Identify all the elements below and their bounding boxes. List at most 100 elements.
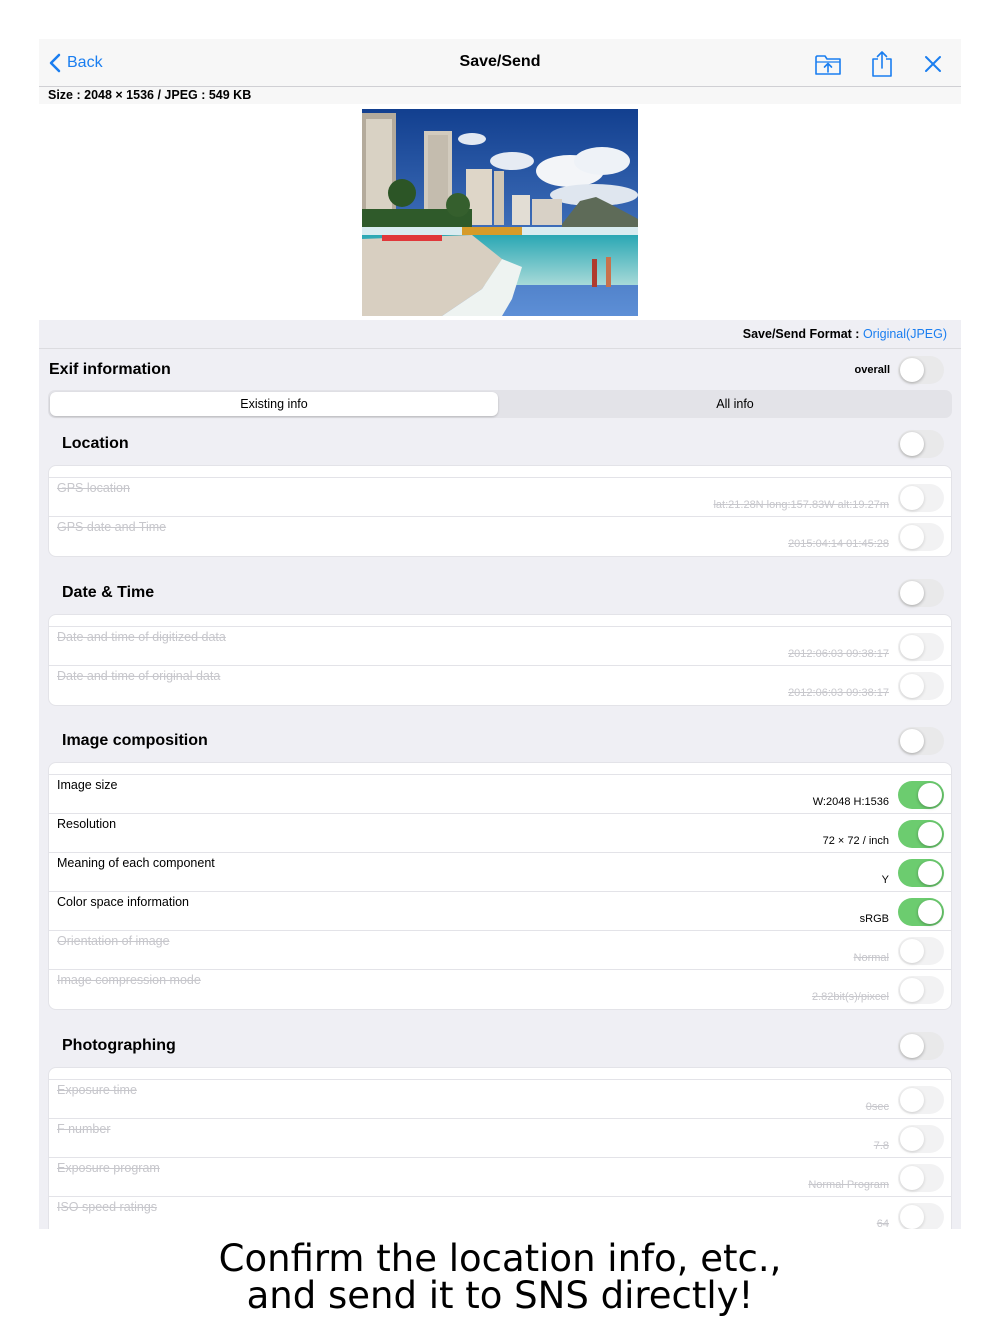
list-row-image-size[interactable]: Image size W:2048 H:1536 xyxy=(49,775,951,814)
section-label: Date & Time xyxy=(62,584,155,601)
back-button[interactable]: Back xyxy=(49,51,103,75)
list-row-compression-mode[interactable]: Image compression mode 2.82bit(s)/pixcel xyxy=(49,970,951,1009)
list-row-original-date[interactable]: Date and time of original data 2012:06:0… xyxy=(49,666,951,705)
segment-existing-info[interactable]: Existing info xyxy=(50,392,498,416)
row-value: Normal xyxy=(853,952,889,964)
row-toggle[interactable] xyxy=(898,1125,944,1153)
row-label: GPS date and Time xyxy=(57,520,167,534)
image-size-info: Size : 2048 × 1536 / JPEG : 549 KB xyxy=(39,87,961,104)
list-row-gps-location[interactable]: GPS location lat:21.28N long:157.83W alt… xyxy=(49,478,951,517)
list-row-resolution[interactable]: Resolution 72 × 72 / inch xyxy=(49,814,951,853)
card-top-spacer xyxy=(49,615,951,627)
row-value: 2012:06:03 09:38:17 xyxy=(788,687,889,699)
section-card-image-composition: Image size W:2048 H:1536 Resolution 72 ×… xyxy=(48,762,952,1010)
info-segmented-control: Existing info All info xyxy=(48,390,952,418)
list-row-digitized-date[interactable]: Date and time of digitized data 2012:06:… xyxy=(49,627,951,666)
row-toggle[interactable] xyxy=(898,859,944,887)
row-toggle[interactable] xyxy=(898,820,944,848)
navigation-bar: Back Save/Send xyxy=(39,39,961,87)
row-toggle[interactable] xyxy=(898,937,944,965)
overall-toggle[interactable] xyxy=(898,356,944,384)
row-toggle[interactable] xyxy=(898,1164,944,1192)
row-label: Orientation of image xyxy=(57,934,170,948)
row-toggle[interactable] xyxy=(898,1203,944,1229)
row-value: Y xyxy=(881,874,889,886)
card-top-spacer xyxy=(49,466,951,478)
section-toggle-image-composition[interactable] xyxy=(898,727,944,755)
row-label: GPS location xyxy=(57,481,130,495)
section-toggle-location[interactable] xyxy=(898,430,944,458)
section-header-photographing: Photographing xyxy=(39,1027,961,1065)
row-value: 2.82bit(s)/pixcel xyxy=(811,991,889,1003)
section-toggle-photographing[interactable] xyxy=(898,1032,944,1060)
row-toggle[interactable] xyxy=(898,1086,944,1114)
row-label: F number xyxy=(57,1122,111,1136)
row-label: Exposure time xyxy=(57,1083,137,1097)
list-row-gps-date-time[interactable]: GPS date and Time 2015:04:14 01:45:28 xyxy=(49,517,951,556)
row-toggle[interactable] xyxy=(898,672,944,700)
row-value: 64 xyxy=(876,1218,889,1229)
card-top-spacer xyxy=(49,763,951,775)
row-label: Meaning of each component xyxy=(57,856,215,870)
row-toggle[interactable] xyxy=(898,976,944,1004)
exif-title: Exif information xyxy=(49,361,171,378)
row-value: W:2048 H:1536 xyxy=(812,796,889,808)
list-row-f-number[interactable]: F number 7.8 xyxy=(49,1119,951,1158)
promo-caption: Confirm the location info, etc., and sen… xyxy=(0,1240,1000,1314)
row-value: lat:21.28N long:157.83W alt:19.27m xyxy=(713,499,889,511)
folder-upload-icon xyxy=(815,55,841,75)
row-label: Resolution xyxy=(57,817,117,831)
row-label: Color space information xyxy=(57,895,190,909)
share-button[interactable] xyxy=(867,49,897,79)
photo-preview-area xyxy=(39,104,961,320)
list-row-orientation[interactable]: Orientation of image Normal xyxy=(49,931,951,970)
chevron-left-icon xyxy=(49,53,61,73)
save-to-folder-button[interactable] xyxy=(813,49,843,79)
row-label: Exposure program xyxy=(57,1161,160,1175)
section-toggle-date-time[interactable] xyxy=(898,579,944,607)
list-row-color-space[interactable]: Color space information sRGB xyxy=(49,892,951,931)
row-value: sRGB xyxy=(859,913,889,925)
section-label: Photographing xyxy=(62,1037,176,1054)
row-toggle[interactable] xyxy=(898,484,944,512)
row-label: Date and time of original data xyxy=(57,669,221,683)
row-toggle[interactable] xyxy=(898,781,944,809)
row-value: 0sec xyxy=(865,1101,889,1113)
list-row-iso-speed[interactable]: ISO speed ratings 64 xyxy=(49,1197,951,1229)
back-label: Back xyxy=(67,54,103,71)
row-label: Image size xyxy=(57,778,118,792)
section-card-date-time: Date and time of digitized data 2012:06:… xyxy=(48,614,952,706)
row-toggle[interactable] xyxy=(898,523,944,551)
app-screen: Back Save/Send Size : 2048 × 1536 / JPEG… xyxy=(39,39,961,1229)
segment-all-info[interactable]: All info xyxy=(511,392,959,416)
overall-label: overall xyxy=(854,364,890,376)
section-label: Image composition xyxy=(62,732,208,749)
row-value: 2015:04:14 01:45:28 xyxy=(788,538,889,550)
close-icon xyxy=(925,56,941,72)
section-header-date-time: Date & Time xyxy=(39,574,961,612)
row-toggle[interactable] xyxy=(898,898,944,926)
save-format-label: Save/Send Format : xyxy=(742,327,863,341)
beach-photo-thumbnail xyxy=(362,109,638,316)
section-card-photographing: Exposure time 0sec F number 7.8 Exposure… xyxy=(48,1067,952,1229)
row-label: ISO speed ratings xyxy=(57,1200,158,1214)
close-button[interactable] xyxy=(918,49,948,79)
card-top-spacer xyxy=(49,1068,951,1080)
save-format-row: Save/Send Format : Original(JPEG) xyxy=(39,323,961,347)
row-value: 72 × 72 / inch xyxy=(822,835,889,847)
row-value: 2012:06:03 09:38:17 xyxy=(788,648,889,660)
row-label: Date and time of digitized data xyxy=(57,630,226,644)
section-label: Location xyxy=(62,435,129,452)
row-label: Image compression mode xyxy=(57,973,201,987)
caption-line-2: and send it to SNS directly! xyxy=(246,1274,754,1317)
exif-header: Exif information overall xyxy=(39,348,961,390)
save-format-value[interactable]: Original(JPEG) xyxy=(863,327,947,341)
list-row-exposure-program[interactable]: Exposure program Normal Program xyxy=(49,1158,951,1197)
row-toggle[interactable] xyxy=(898,633,944,661)
caption-line-1: Confirm the location info, etc., xyxy=(218,1237,782,1280)
list-row-component-meaning[interactable]: Meaning of each component Y xyxy=(49,853,951,892)
row-value: 7.8 xyxy=(873,1140,889,1152)
share-icon xyxy=(872,51,892,77)
row-value: Normal Program xyxy=(808,1179,889,1191)
list-row-exposure-time[interactable]: Exposure time 0sec xyxy=(49,1080,951,1119)
